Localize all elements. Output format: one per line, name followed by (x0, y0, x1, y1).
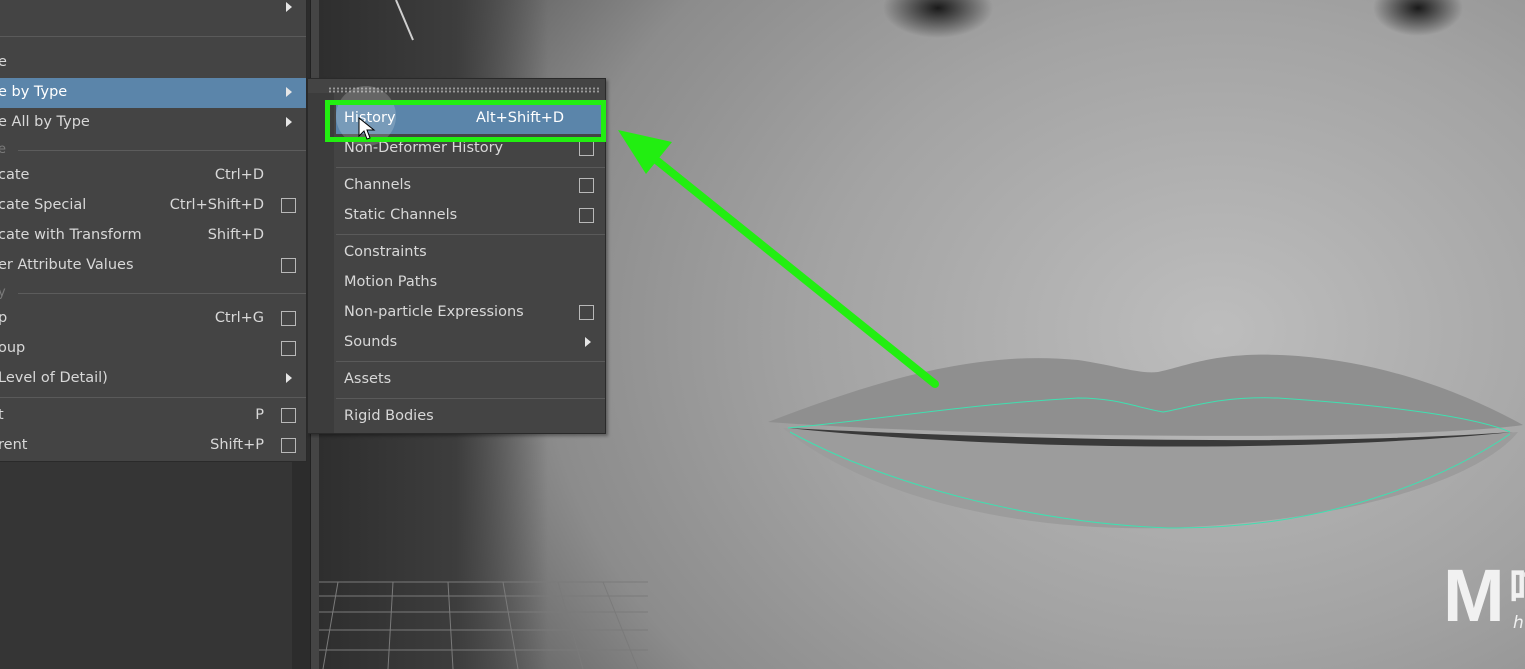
menu-item-shortcut: Shift+P (210, 437, 264, 453)
watermark-name: 喵喵动画屋 (1509, 567, 1525, 613)
submenu-item-non-particle-expressions[interactable]: Non-particle Expressions (336, 298, 605, 328)
menu-item-label: Static Channels (344, 207, 458, 223)
menu-item-label: Non-particle Expressions (344, 304, 524, 320)
menu-item-top[interactable] (0, 0, 306, 23)
menu-item-label: Constraints (344, 244, 427, 260)
menu-item-shortcut: Ctrl+G (214, 310, 264, 326)
option-box[interactable] (579, 141, 594, 156)
nostril-right (1373, 0, 1463, 36)
watermark: M 喵喵动画屋 https://miaodonghua.com (1443, 559, 1525, 635)
menu-item-label: Motion Paths (344, 274, 438, 290)
section-line (18, 293, 306, 294)
submenu-item-constraints[interactable]: Constraints (336, 238, 605, 268)
menu-item-label: er Attribute Values (0, 257, 134, 273)
section-line (18, 150, 306, 151)
submenu-item-channels[interactable]: Channels (336, 171, 605, 201)
submenu-arrow-icon (286, 87, 292, 97)
menu-divider (336, 234, 605, 235)
menu-item-label: p (0, 310, 8, 326)
menu-item-label: Channels (344, 177, 412, 193)
menu-item-shortcut: Shift+D (207, 227, 264, 243)
menu-item-label: Sounds (344, 334, 398, 350)
option-box[interactable] (281, 341, 296, 356)
submenu-item-rigid-bodies[interactable]: Rigid Bodies (336, 402, 605, 432)
menu-item-label: Level of Detail) (0, 370, 108, 386)
mouse-cursor-icon (358, 117, 376, 140)
menu-item-label: Rigid Bodies (344, 408, 434, 424)
option-box[interactable] (281, 258, 296, 273)
menu-divider (0, 36, 306, 37)
option-box[interactable] (281, 198, 296, 213)
menu-item-duplicate[interactable]: cate Ctrl+D (0, 161, 306, 191)
submenu-item-motion-paths[interactable]: Motion Paths (336, 268, 605, 298)
menu-item-label: t (0, 407, 4, 423)
menu-item-unparent[interactable]: rent Shift+P (0, 431, 306, 461)
menu-item-label: Assets (344, 371, 392, 387)
menu-item-delete[interactable]: e (0, 48, 306, 78)
menu-item-label: e All by Type (0, 114, 90, 130)
wire-line (395, 0, 414, 41)
submenu-item-sounds[interactable]: Sounds (336, 328, 605, 358)
option-box[interactable] (579, 305, 594, 320)
submenu-gutter (308, 93, 334, 433)
option-box[interactable] (281, 438, 296, 453)
option-box[interactable] (579, 178, 594, 193)
menu-item-duplicate-special[interactable]: cate Special Ctrl+Shift+D (0, 191, 306, 221)
option-box[interactable] (579, 208, 594, 223)
menu-section: e (0, 142, 306, 158)
upper-lip (768, 354, 1523, 436)
submenu-arrow-icon (585, 337, 591, 347)
watermark-logo: M (1443, 554, 1505, 637)
menu-item-label: oup (0, 340, 26, 356)
menu-item-duplicate-with-transform[interactable]: cate with Transform Shift+D (0, 221, 306, 251)
menu-divider (336, 361, 605, 362)
submenu-item-assets[interactable]: Assets (336, 365, 605, 395)
menu-item-parent[interactable]: t P (0, 401, 306, 431)
menu-section: y (0, 285, 306, 301)
option-box[interactable] (281, 408, 296, 423)
menu-item-group[interactable]: p Ctrl+G (0, 304, 306, 334)
nostril-left (883, 0, 993, 38)
menu-item-label: cate Special (0, 197, 87, 213)
menu-divider (336, 398, 605, 399)
option-box[interactable] (281, 311, 296, 326)
menu-item-shortcut: Ctrl+Shift+D (169, 197, 264, 213)
main-menu: e e by Type e All by Type e cate Ctrl+D … (0, 0, 307, 462)
submenu-item-static-channels[interactable]: Static Channels (336, 201, 605, 231)
menu-item-delete-all-by-type[interactable]: e All by Type (0, 108, 306, 138)
submenu-arrow-icon (286, 2, 292, 12)
menu-item-ungroup[interactable]: oup (0, 334, 306, 364)
menu-item-transfer-attribute-values[interactable]: er Attribute Values (0, 251, 306, 281)
menu-item-label: rent (0, 437, 28, 453)
menu-item-shortcut: Ctrl+D (214, 167, 264, 183)
submenu-arrow-icon (286, 373, 292, 383)
menu-item-lod[interactable]: Level of Detail) (0, 364, 306, 394)
menu-divider (0, 397, 306, 398)
menu-item-label: cate (0, 167, 30, 183)
section-label: e (0, 142, 6, 157)
menu-item-shortcut: P (255, 407, 264, 423)
menu-divider (336, 167, 605, 168)
watermark-url: https://miaodonghua.com (1513, 613, 1525, 633)
menu-item-label: e (0, 54, 7, 70)
submenu-arrow-icon (286, 117, 292, 127)
menu-item-label: cate with Transform (0, 227, 142, 243)
menu-item-label: e by Type (0, 84, 68, 100)
section-label: y (0, 285, 6, 300)
menu-item-delete-by-type[interactable]: e by Type (0, 78, 306, 108)
